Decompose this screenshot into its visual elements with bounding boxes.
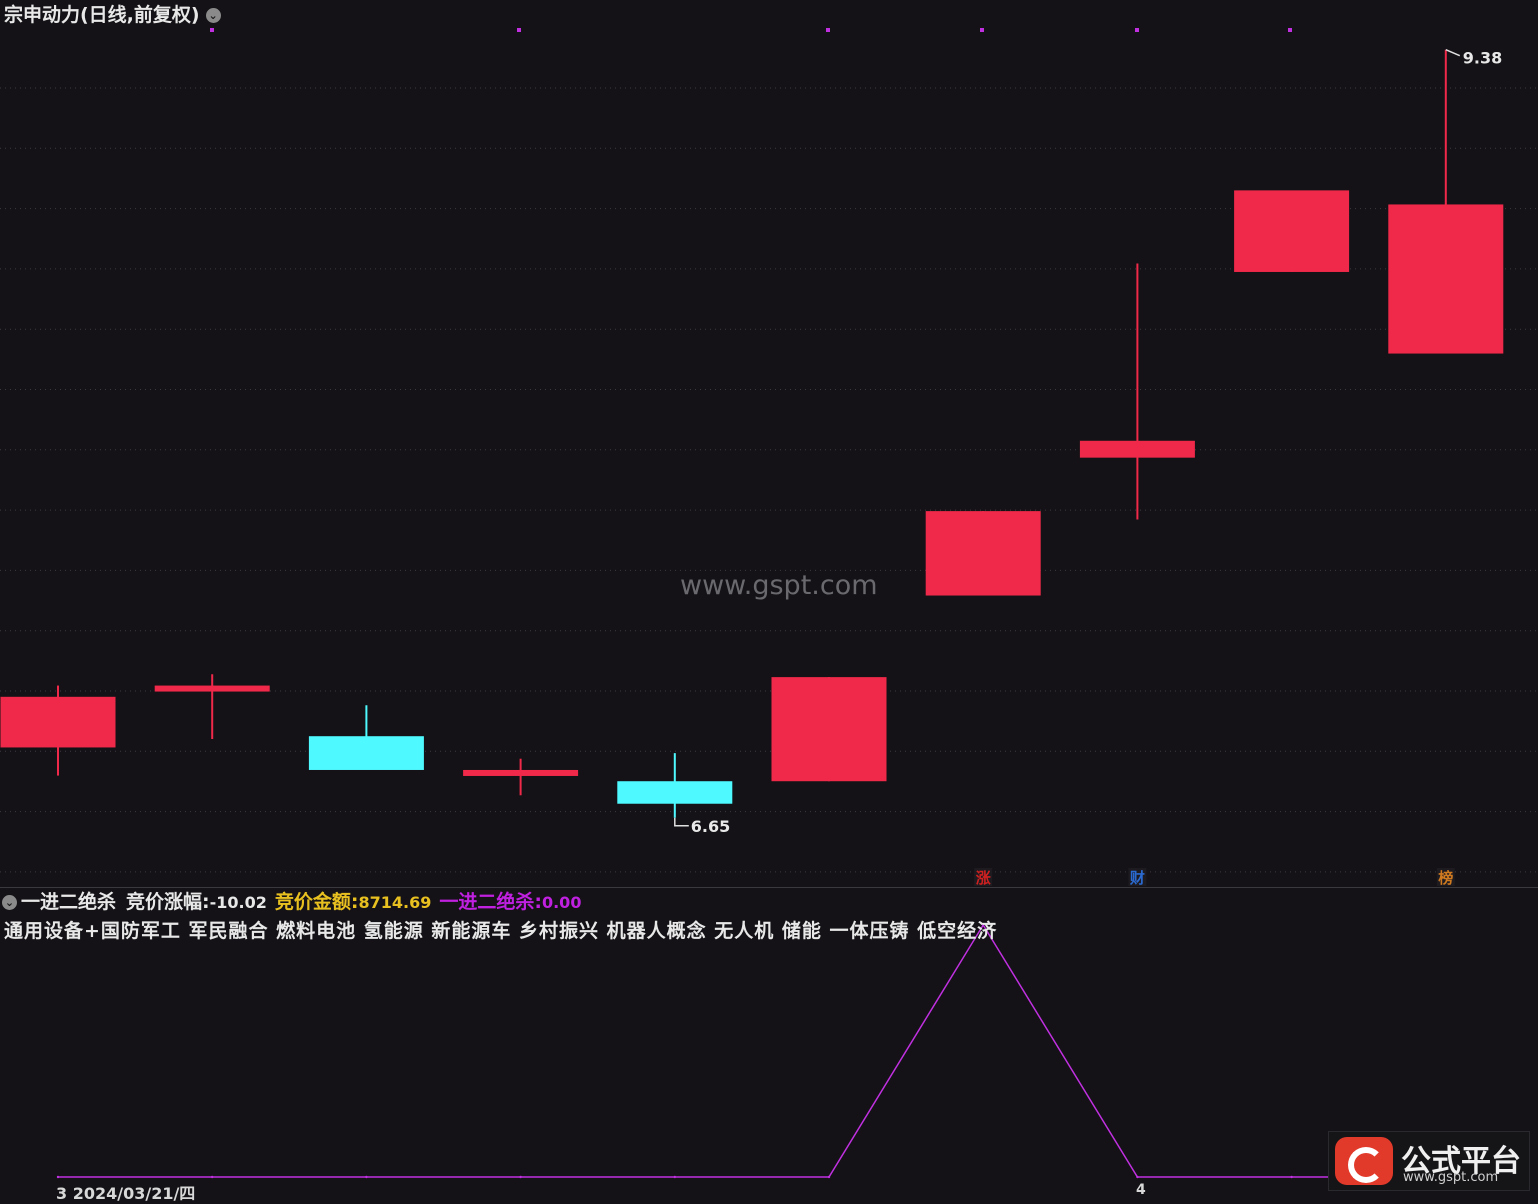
candle-body (154, 685, 270, 692)
period-marker (1288, 28, 1292, 32)
logo-icon (1335, 1137, 1393, 1185)
brand-logo: 公式平台 www.gspt.com (1328, 1131, 1530, 1191)
chevron-down-icon[interactable]: ⌄ (2, 895, 17, 910)
indicator-item-1-value: 8714.69 (358, 893, 432, 912)
event-marker-label: 榜 (1438, 869, 1453, 887)
event-marker-label: 财 (1130, 869, 1145, 887)
candle-body (0, 696, 116, 748)
indicator-point (1290, 1175, 1293, 1179)
candle-body (771, 677, 887, 782)
date-label: 3 2024/03/21/四 (56, 1184, 196, 1203)
min-pointer (674, 817, 689, 827)
indicator-point (519, 1175, 522, 1179)
concept-tags: 通用设备+国防军工 军民融合 燃料电池 氢能源 新能源车 乡村振兴 机器人概念 … (4, 920, 998, 942)
period-marker (210, 28, 214, 32)
indicator-item-1-label: 竞价金额: (274, 891, 359, 913)
indicator-point (673, 1175, 676, 1179)
period-marker (980, 28, 984, 32)
indicator-point (365, 1175, 368, 1179)
candle-body (1234, 190, 1350, 272)
indicator-name: 一进二绝杀 (21, 891, 117, 913)
indicator-point (56, 1175, 60, 1179)
candle-body (925, 511, 1041, 596)
logo-url: www.gspt.com (1403, 1170, 1499, 1185)
indicator-item-2-label: 一进二绝杀: (439, 891, 542, 913)
candle-body (617, 781, 733, 804)
indicator-point (827, 1175, 831, 1179)
chart-title-text: 宗申动力(日线,前复权) (4, 4, 200, 26)
indicator-point (1136, 1175, 1139, 1179)
indicator-point (211, 1175, 214, 1179)
candle-body (463, 769, 579, 776)
max-pointer (1445, 49, 1461, 57)
period-marker (1135, 28, 1139, 32)
period-marker (826, 28, 830, 32)
period-marker (517, 28, 521, 32)
chevron-down-icon[interactable]: ⌄ (205, 8, 221, 23)
candle-body (1079, 440, 1195, 458)
indicator-item-2-value: 0.00 (541, 893, 582, 912)
chart-title: 宗申动力(日线,前复权) ⌄ (4, 0, 221, 27)
max-price-label: 9.38 (1463, 49, 1502, 68)
min-price-label: 6.65 (691, 817, 730, 836)
candle-body (308, 736, 424, 770)
indicator-header: ⌄ 一进二绝杀 竞价涨幅:-10.02 竞价金额:8714.69 一进二绝杀:0.00 (2, 887, 581, 914)
candle-body (1388, 204, 1504, 354)
watermark: www.gspt.com (680, 570, 878, 601)
indicator-series-line (58, 923, 1446, 1178)
indicator-item-0-label: 竞价涨幅: (126, 891, 210, 913)
date-label-secondary: 4 (1136, 1182, 1146, 1198)
indicator-item-0-value: -10.02 (209, 893, 267, 912)
event-marker-label: 涨 (976, 869, 991, 887)
